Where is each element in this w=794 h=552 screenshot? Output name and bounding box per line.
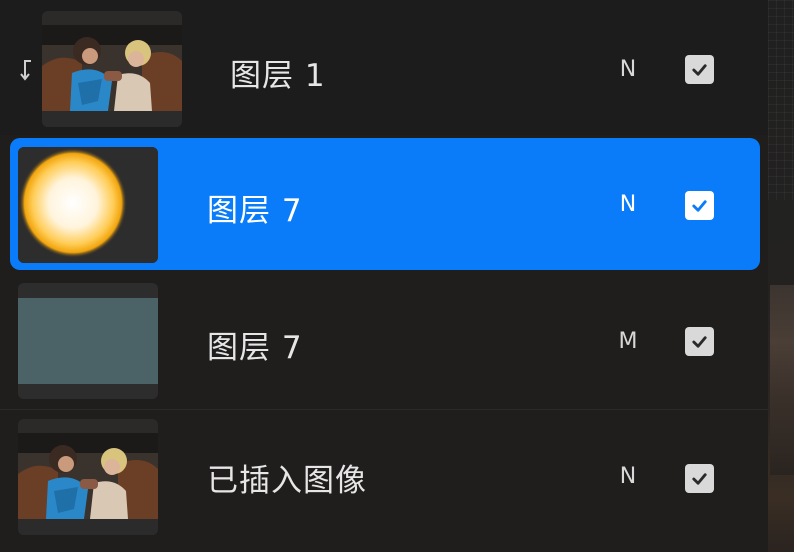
layer-row-3[interactable]: 图层 7 M bbox=[0, 274, 768, 410]
blend-mode-label[interactable]: N bbox=[616, 192, 640, 217]
layer-name[interactable]: 图层 7 bbox=[207, 185, 303, 230]
layer-thumbnail[interactable] bbox=[18, 419, 158, 535]
layer-name[interactable]: 已插入图像 bbox=[207, 455, 367, 500]
anime-illustration-thumbnail bbox=[18, 419, 158, 535]
visibility-checkbox[interactable] bbox=[685, 327, 714, 356]
slate-fill-thumbnail bbox=[18, 283, 158, 399]
checkmark-icon bbox=[692, 200, 707, 212]
layer-name[interactable]: 图层 1 bbox=[230, 50, 326, 95]
canvas-grid bbox=[768, 0, 794, 200]
checkmark-icon bbox=[692, 64, 707, 76]
glow-orb-thumbnail bbox=[18, 147, 158, 263]
canvas-image-edge bbox=[770, 285, 794, 475]
layer-name[interactable]: 图层 7 bbox=[207, 322, 303, 367]
layer-row-2[interactable]: 图层 7 N bbox=[0, 138, 768, 273]
clipping-mask-arrow-icon bbox=[20, 60, 31, 81]
blend-mode-label[interactable]: M bbox=[616, 329, 640, 354]
checkmark-icon bbox=[692, 473, 707, 485]
layers-screen: 图层 1 N 图层 7 N 图层 7 M 已插入图像 N bbox=[0, 0, 794, 552]
canvas-edge[interactable] bbox=[768, 0, 794, 552]
blend-mode-label[interactable]: N bbox=[616, 464, 640, 489]
layers-panel: 图层 1 N 图层 7 N 图层 7 M 已插入图像 N bbox=[0, 0, 768, 552]
visibility-checkbox[interactable] bbox=[685, 464, 714, 493]
layer-thumbnail[interactable] bbox=[18, 147, 158, 263]
visibility-checkbox[interactable] bbox=[685, 55, 714, 84]
checkmark-icon bbox=[692, 336, 707, 348]
visibility-checkbox[interactable] bbox=[685, 191, 714, 220]
layer-thumbnail[interactable] bbox=[42, 11, 182, 127]
layer-thumbnail[interactable] bbox=[18, 283, 158, 399]
layer-row-4[interactable]: 已插入图像 N bbox=[0, 410, 768, 545]
anime-illustration-thumbnail bbox=[42, 11, 182, 127]
blend-mode-label[interactable]: N bbox=[616, 57, 640, 82]
layer-row-1[interactable]: 图层 1 N bbox=[0, 0, 768, 135]
